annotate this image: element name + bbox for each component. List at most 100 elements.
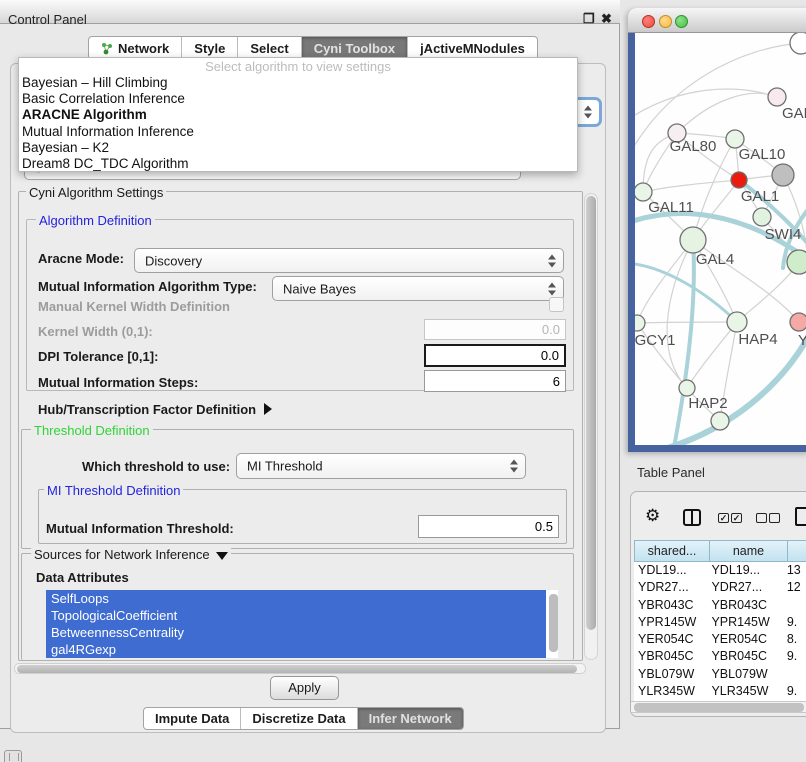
- attribute-list-item[interactable]: SelfLoops: [46, 590, 546, 607]
- table-row[interactable]: YLR345WYLR345W9.: [634, 683, 806, 700]
- threshold-definition-title: Threshold Definition: [31, 423, 153, 438]
- tab-impute-data[interactable]: Impute Data: [144, 708, 240, 729]
- dropdown-item[interactable]: Dream8 DC_TDC Algorithm: [19, 156, 577, 172]
- node-partial-bottom[interactable]: [711, 412, 729, 430]
- node-gal1[interactable]: [731, 172, 747, 188]
- table-cell: YBR045C: [707, 648, 782, 665]
- dropdown-item[interactable]: Bayesian – K2: [19, 140, 577, 156]
- node-gal4[interactable]: [680, 227, 706, 253]
- which-threshold-combo[interactable]: MI Threshold: [236, 453, 526, 479]
- node-hap2-label: HAP2: [688, 395, 727, 412]
- node-gcy1[interactable]: [635, 315, 645, 331]
- attribute-list-item[interactable]: TopologicalCoefficient: [46, 607, 546, 624]
- mac-minimize-icon[interactable]: [659, 15, 672, 28]
- table-cell: YBL079W: [634, 666, 707, 683]
- tab-label: Select: [250, 41, 288, 56]
- mi-threshold-field[interactable]: [418, 515, 559, 538]
- table-row[interactable]: YDL19...YDL19...13: [634, 562, 806, 579]
- dropdown-item[interactable]: Mutual Information Inference: [19, 124, 577, 140]
- table-cell: YBR043C: [634, 597, 707, 614]
- sources-group-header[interactable]: Sources for Network Inference: [31, 547, 231, 562]
- tab-discretize-data[interactable]: Discretize Data: [240, 708, 356, 729]
- column-header[interactable]: shared...: [634, 540, 710, 562]
- tab-jactivemnodules[interactable]: jActiveMNodules: [407, 37, 537, 59]
- network-edge: [667, 240, 693, 388]
- node-swi4-label: SWI4: [765, 226, 802, 243]
- settings-horizontal-scrollbar-thumb[interactable]: [17, 665, 577, 673]
- node-swi4[interactable]: [753, 208, 771, 226]
- mac-close-icon[interactable]: [642, 15, 655, 28]
- node-gray[interactable]: [772, 164, 794, 186]
- float-window-icon[interactable]: ❐: [583, 11, 595, 27]
- network-edge: [677, 93, 777, 133]
- combo-spinner-icon: [584, 106, 592, 119]
- mac-zoom-icon[interactable]: [675, 15, 688, 28]
- collapse-arrow-icon[interactable]: [216, 552, 228, 560]
- apply-button[interactable]: Apply: [270, 676, 339, 700]
- sources-group-title: Sources for Network Inference: [34, 547, 210, 562]
- gear-icon[interactable]: ⚙: [645, 507, 660, 524]
- tab-network[interactable]: Network: [89, 37, 181, 59]
- unchecked-checkbox-icon[interactable]: [769, 513, 780, 523]
- mi-type-label: Mutual Information Algorithm Type:: [38, 279, 257, 294]
- tab-cyni-toolbox[interactable]: Cyni Toolbox: [301, 37, 407, 59]
- table-cell: YPR145W: [634, 614, 707, 631]
- unchecked-checkbox-icon[interactable]: [756, 513, 767, 523]
- dropdown-item[interactable]: ARACNE Algorithm: [19, 107, 577, 123]
- grid-icon[interactable]: [4, 750, 22, 762]
- combo-spinner-icon: [548, 254, 556, 267]
- dropdown-item[interactable]: Bayesian – Hill Climbing: [19, 75, 577, 91]
- hub-section-label: Hub/Transcription Factor Definition: [38, 402, 256, 417]
- attribute-list-item[interactable]: gal4RGexp: [46, 641, 546, 658]
- node-hap2[interactable]: [679, 380, 695, 396]
- aracne-mode-value: Discovery: [145, 253, 202, 268]
- node-partial-top[interactable]: [790, 33, 806, 54]
- tab-select[interactable]: Select: [237, 37, 300, 59]
- hub-section-header[interactable]: Hub/Transcription Factor Definition: [38, 402, 272, 417]
- mi-steps-field[interactable]: [424, 370, 566, 392]
- table-row[interactable]: YDR27...YDR27...12: [634, 579, 806, 596]
- table-row[interactable]: YPR145WYPR145W9.: [634, 614, 806, 631]
- tab-label: Cyni Toolbox: [314, 41, 395, 56]
- node-gal4-label: GAL4: [696, 251, 734, 268]
- table-cell: 9.: [783, 648, 806, 665]
- column-header[interactable]: name: [710, 540, 788, 562]
- node-gal-partial[interactable]: [768, 88, 786, 106]
- mi-type-combo[interactable]: Naive Bayes: [272, 276, 564, 301]
- network-canvas[interactable]: GALGAL80GAL10GAL1GAL11SWI4GAL4GCY1HAP4YH…: [635, 33, 806, 445]
- table-row[interactable]: YBR043CYBR043C: [634, 597, 806, 614]
- aracne-mode-combo[interactable]: Discovery: [134, 248, 564, 273]
- dropdown-item[interactable]: Basic Correlation Inference: [19, 91, 577, 107]
- node-gal11-label: GAL11: [648, 199, 694, 216]
- table-row[interactable]: YER054CYER054C8.: [634, 631, 806, 648]
- mi-threshold-label: Mutual Information Threshold:: [46, 521, 234, 536]
- kernel-width-field[interactable]: [424, 319, 566, 340]
- dpi-tolerance-label: DPI Tolerance [0,1]:: [38, 349, 158, 364]
- checked-checkbox-icon[interactable]: ✓: [731, 513, 742, 523]
- node-y-partial[interactable]: [790, 313, 806, 331]
- table-row[interactable]: YBL079WYBL079W: [634, 666, 806, 683]
- document-icon[interactable]: [795, 507, 806, 526]
- tab-infer-network[interactable]: Infer Network: [357, 708, 463, 729]
- split-columns-icon[interactable]: [683, 509, 701, 526]
- table-row[interactable]: YBR045CYBR045C9.: [634, 648, 806, 665]
- combo-spinner-icon: [510, 460, 518, 473]
- table-header-row: shared...name: [634, 540, 806, 562]
- column-header[interactable]: [788, 540, 806, 562]
- table-horizontal-scrollbar-thumb[interactable]: [634, 703, 804, 712]
- manual-kernel-checkbox[interactable]: [549, 297, 564, 312]
- table-cell: 8.: [783, 631, 806, 648]
- close-window-icon[interactable]: ✖: [601, 11, 612, 27]
- dpi-tolerance-field[interactable]: [424, 344, 566, 367]
- attribute-list-item[interactable]: BetweennessCentrality: [46, 624, 546, 641]
- algorithm-dropdown-list: Select algorithm to view settings Bayesi…: [18, 57, 578, 172]
- settings-vertical-scrollbar-thumb[interactable]: [586, 196, 596, 630]
- tab-style[interactable]: Style: [181, 37, 237, 59]
- node-hap4[interactable]: [727, 312, 747, 332]
- checked-checkbox-icon[interactable]: ✓: [718, 513, 729, 523]
- node-green-right[interactable]: [787, 250, 806, 274]
- list-scrollbar-thumb[interactable]: [549, 594, 558, 652]
- expand-arrow-icon[interactable]: [264, 403, 272, 415]
- table-cell: 9.: [783, 683, 806, 700]
- which-threshold-value: MI Threshold: [247, 459, 323, 474]
